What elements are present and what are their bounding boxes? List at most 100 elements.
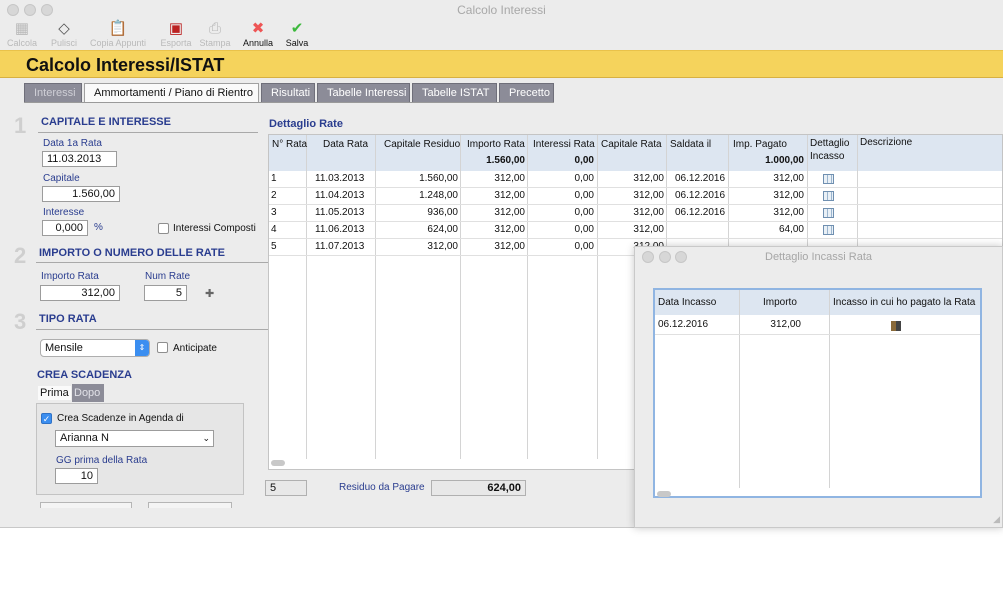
- table-cell-importo[interactable]: 312,00: [461, 241, 525, 252]
- num-rate-field[interactable]: 5: [144, 285, 187, 301]
- header-interessi-rata[interactable]: Interessi Rata: [533, 139, 595, 150]
- incasso-importo[interactable]: 312,00: [741, 319, 801, 330]
- table-cell-saldata[interactable]: 06.12.2016: [675, 207, 727, 218]
- copia-appunti-button[interactable]: 📋 Copia Appunti: [86, 20, 150, 48]
- pulisci-button[interactable]: ◇ Pulisci: [46, 20, 82, 48]
- dettaglio-incasso-icon[interactable]: [823, 225, 834, 235]
- table-cell-saldata[interactable]: 06.12.2016: [675, 190, 727, 201]
- resize-grip-icon[interactable]: ◢: [993, 514, 1000, 525]
- table-cell-importo[interactable]: 312,00: [461, 207, 525, 218]
- column-divider: [306, 135, 307, 459]
- header-data-rata[interactable]: Data Rata: [323, 139, 368, 150]
- crea-scadenze-checkbox[interactable]: ✓: [41, 413, 52, 424]
- add-plus-icon[interactable]: ✚: [205, 287, 214, 300]
- dettaglio-incasso-icon[interactable]: [823, 191, 834, 201]
- popup-minimize-button[interactable]: [659, 251, 671, 263]
- salva-button[interactable]: ✔ Salva: [280, 20, 314, 48]
- table-cell-importo[interactable]: 312,00: [461, 190, 525, 201]
- table-cell-saldata[interactable]: 06.12.2016: [675, 173, 727, 184]
- save-checkmark-icon: ✔: [290, 20, 304, 37]
- popup-close-button[interactable]: [642, 251, 654, 263]
- tipo-rata-select[interactable]: Mensile ⇕: [40, 339, 150, 357]
- table-cell-importo[interactable]: 312,00: [461, 173, 525, 184]
- header-capitale-residuo[interactable]: Capitale Residuo: [384, 139, 460, 150]
- table-cell-residuo[interactable]: 1.248,00: [376, 190, 458, 201]
- step-number-2: 2: [14, 243, 27, 268]
- incasso-data[interactable]: 06.12.2016: [658, 319, 708, 330]
- table-cell-capitale[interactable]: 312,00: [598, 224, 664, 235]
- table-cell-interessi[interactable]: 0,00: [528, 190, 594, 201]
- header-importo-rata[interactable]: Importo Rata: [467, 139, 525, 150]
- bottom-button-right[interactable]: [148, 502, 232, 508]
- table-cell-pagato[interactable]: 64,00: [729, 224, 804, 235]
- table-cell-capitale[interactable]: 312,00: [598, 190, 664, 201]
- table-cell-pagato[interactable]: 312,00: [729, 207, 804, 218]
- header-descrizione[interactable]: Descrizione: [860, 137, 912, 148]
- header-incasso-rata[interactable]: Incasso in cui ho pagato la Rata: [833, 297, 975, 308]
- tab-interessi[interactable]: Interessi: [24, 83, 82, 102]
- horizontal-scrollbar[interactable]: [271, 460, 285, 466]
- table-cell-pagato[interactable]: 312,00: [729, 190, 804, 201]
- table-cell-capitale[interactable]: 312,00: [598, 207, 664, 218]
- table-cell-interessi[interactable]: 0,00: [528, 241, 594, 252]
- bottom-button-left[interactable]: [40, 502, 132, 508]
- table-cell-n[interactable]: 1: [271, 173, 301, 184]
- header-capitale-rata[interactable]: Capitale Rata: [601, 139, 662, 150]
- table-cell-residuo[interactable]: 1.560,00: [376, 173, 458, 184]
- table-cell-data[interactable]: 11.07.2013: [315, 241, 369, 252]
- zoom-window-button[interactable]: [41, 4, 53, 16]
- header-importo[interactable]: Importo: [763, 297, 797, 308]
- tab-dopo[interactable]: Dopo: [72, 384, 104, 402]
- header-imp-pagato[interactable]: Imp. Pagato: [733, 139, 787, 150]
- incasso-link-icon[interactable]: [891, 321, 901, 331]
- table-cell-data[interactable]: 11.03.2013: [315, 173, 369, 184]
- popup-horizontal-scrollbar[interactable]: [657, 491, 671, 497]
- row-separator: [269, 204, 1002, 205]
- header-dettaglio-incasso[interactable]: Dettaglio Incasso: [810, 137, 849, 163]
- table-cell-residuo[interactable]: 624,00: [376, 224, 458, 235]
- table-cell-interessi[interactable]: 0,00: [528, 207, 594, 218]
- step-number-3: 3: [14, 309, 27, 334]
- tab-tabelle-istat[interactable]: Tabelle ISTAT: [412, 83, 497, 102]
- annulla-button[interactable]: ✖ Annulla: [240, 20, 276, 48]
- table-cell-n[interactable]: 3: [271, 207, 301, 218]
- table-cell-pagato[interactable]: 312,00: [729, 173, 804, 184]
- table-cell-capitale[interactable]: 312,00: [598, 173, 664, 184]
- data-prima-rata-field[interactable]: 11.03.2013: [42, 151, 117, 167]
- importo-rata-field[interactable]: 312,00: [40, 285, 120, 301]
- tab-ammortamenti[interactable]: Ammortamenti / Piano di Rientro: [84, 83, 259, 103]
- interessi-composti-checkbox[interactable]: [158, 223, 169, 234]
- tab-prima[interactable]: Prima: [38, 386, 71, 400]
- tab-tabelle-interessi[interactable]: Tabelle Interessi: [317, 83, 410, 102]
- dettaglio-incasso-icon[interactable]: [823, 208, 834, 218]
- calcola-button[interactable]: ▦ Calcola: [4, 20, 40, 48]
- gg-prima-field[interactable]: 10: [55, 468, 98, 484]
- interesse-field[interactable]: 0,000: [42, 220, 88, 236]
- tab-precetto[interactable]: Precetto: [499, 83, 554, 102]
- stampa-button[interactable]: ⎙ Stampa: [197, 20, 233, 48]
- table-cell-residuo[interactable]: 936,00: [376, 207, 458, 218]
- popup-zoom-button[interactable]: [675, 251, 687, 263]
- header-n-rata[interactable]: N° Rata: [272, 139, 307, 150]
- header-saldata-il[interactable]: Saldata il: [670, 139, 711, 150]
- table-cell-data[interactable]: 11.06.2013: [315, 224, 369, 235]
- row-separator: [655, 334, 980, 335]
- tab-risultati[interactable]: Risultati: [261, 83, 315, 102]
- table-cell-importo[interactable]: 312,00: [461, 224, 525, 235]
- table-cell-n[interactable]: 5: [271, 241, 301, 252]
- table-cell-data[interactable]: 11.05.2013: [315, 207, 369, 218]
- capitale-field[interactable]: 1.560,00: [42, 186, 120, 202]
- dettaglio-incasso-icon[interactable]: [823, 174, 834, 184]
- minimize-window-button[interactable]: [24, 4, 36, 16]
- agenda-user-select[interactable]: Arianna N ⌄: [55, 430, 214, 447]
- table-cell-interessi[interactable]: 0,00: [528, 173, 594, 184]
- header-data-incasso[interactable]: Data Incasso: [658, 297, 716, 308]
- table-cell-n[interactable]: 2: [271, 190, 301, 201]
- close-window-button[interactable]: [7, 4, 19, 16]
- esporta-button[interactable]: ▣ Esporta: [158, 20, 194, 48]
- anticipate-checkbox[interactable]: [157, 342, 168, 353]
- table-cell-data[interactable]: 11.04.2013: [315, 190, 369, 201]
- table-cell-residuo[interactable]: 312,00: [376, 241, 458, 252]
- table-cell-n[interactable]: 4: [271, 224, 301, 235]
- table-cell-interessi[interactable]: 0,00: [528, 224, 594, 235]
